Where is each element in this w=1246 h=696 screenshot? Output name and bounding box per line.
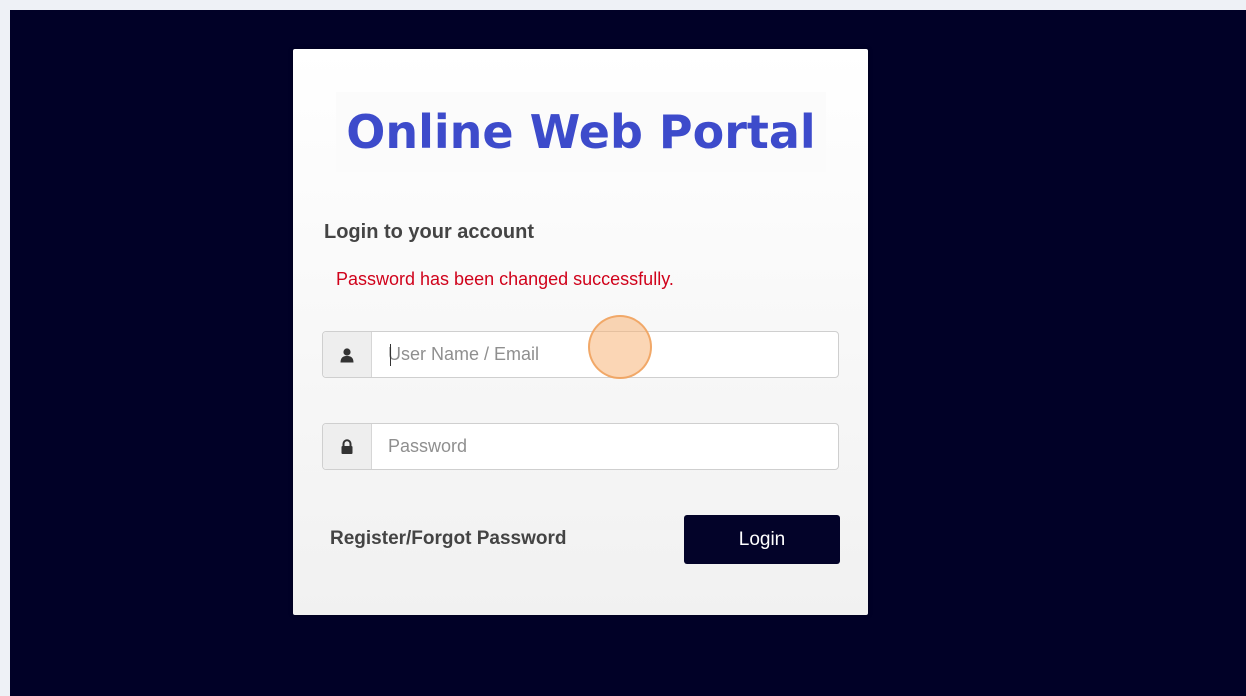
login-button[interactable]: Login: [684, 515, 840, 564]
logo-text: Online Web Portal: [346, 105, 816, 159]
user-icon: [323, 332, 372, 377]
username-input[interactable]: [372, 332, 838, 377]
login-card: Online Web Portal Login to your account …: [293, 49, 868, 615]
text-cursor: [390, 344, 391, 366]
status-message: Password has been changed successfully.: [336, 269, 674, 289]
logo-banner: Online Web Portal: [336, 92, 826, 172]
register-forgot-password-link[interactable]: Register/Forgot Password: [330, 528, 567, 550]
login-heading: Login to your account: [324, 221, 534, 243]
lock-icon: [323, 424, 372, 469]
username-input-group: [322, 331, 839, 378]
password-input[interactable]: [372, 424, 838, 469]
password-input-group: [322, 423, 839, 470]
